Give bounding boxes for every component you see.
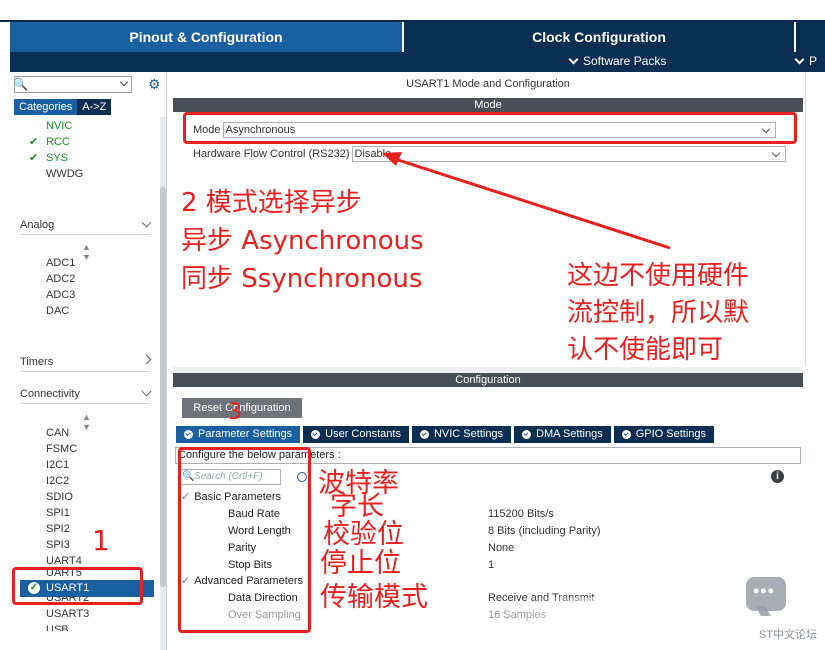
chevron-right-icon bbox=[141, 354, 152, 365]
sort-icon[interactable]: ▲ ▼ bbox=[82, 412, 91, 432]
tab-user-constants[interactable]: User Constants bbox=[303, 426, 409, 443]
tab-nvic-settings[interactable]: NVIC Settings bbox=[411, 426, 512, 443]
annotation-mode-line1: 2 模式选择异步 bbox=[181, 188, 362, 218]
highlight-parameters bbox=[178, 447, 311, 633]
reset-configuration-button[interactable]: Reset Configuration bbox=[182, 398, 302, 418]
sidebar-item-i2c1[interactable]: I2C1 bbox=[46, 457, 82, 473]
chat-bubble-icon[interactable] bbox=[746, 577, 786, 611]
sidebar-item-fsmc[interactable]: FSMC bbox=[46, 441, 82, 457]
annotation-step-3: 3 bbox=[228, 400, 242, 425]
component-search-input[interactable]: 🔍 bbox=[13, 76, 132, 93]
annotation-mode-line3: 同步 Ssynchronous bbox=[181, 264, 423, 294]
check-icon: ✔ bbox=[29, 136, 39, 148]
watermark: ST中文论坛 bbox=[758, 629, 817, 641]
chevron-down-icon bbox=[771, 148, 780, 158]
stm32cubemx-window: Pinout & Configuration Clock Configurati… bbox=[0, 0, 825, 650]
sidebar-item-spi1[interactable]: SPI1 bbox=[46, 505, 82, 521]
sidebar-item-nvic[interactable]: NVIC bbox=[46, 118, 83, 134]
flow-control-label: Hardware Flow Control (RS232) bbox=[193, 148, 350, 160]
sidebar-item-wwdg[interactable]: WWDG bbox=[46, 166, 83, 182]
sidebar-item-sys[interactable]: ✔ SYS bbox=[29, 150, 83, 166]
tab-categories[interactable]: Categories bbox=[14, 99, 78, 115]
sidebar-item-can[interactable]: CAN bbox=[46, 425, 82, 441]
annotation-mode-line2: 异步 Asynchronous bbox=[181, 226, 424, 256]
pinout-menu-cut[interactable]: P bbox=[794, 54, 818, 68]
gear-icon[interactable]: ⚙ bbox=[148, 76, 161, 93]
check-circle-icon bbox=[621, 430, 631, 439]
check-circle-icon bbox=[184, 430, 193, 439]
analog-list: ADC1 ADC2 ADC3 DAC bbox=[46, 255, 75, 319]
chevron-down-icon bbox=[141, 217, 152, 228]
sidebar-item-adc1[interactable]: ADC1 bbox=[46, 255, 75, 271]
pinout-menu-label: P bbox=[809, 54, 818, 68]
chevron-down-icon[interactable] bbox=[119, 77, 129, 87]
sidebar-item-dac[interactable]: DAC bbox=[46, 303, 75, 319]
check-circle-icon bbox=[419, 430, 429, 439]
highlight-mode bbox=[183, 112, 797, 144]
tab-more[interactable] bbox=[794, 22, 825, 52]
sort-icon[interactable]: ▲ ▼ bbox=[82, 242, 91, 262]
value-baud-rate[interactable]: 115200 Bits/s bbox=[488, 506, 554, 522]
system-core-list: NVIC ✔ RCC ✔ SYS WWDG bbox=[29, 118, 83, 182]
section-timers-label: Timers bbox=[20, 356, 54, 368]
annotation-flow-line2: 流控制，所以默 bbox=[567, 298, 750, 328]
sidebar-item-sdio[interactable]: SDIO bbox=[46, 489, 82, 505]
blur-overlay bbox=[525, 597, 755, 623]
top-strip bbox=[0, 0, 825, 22]
component-sidebar: 🔍 ⚙ Categories A->Z NVIC ✔ RCC ✔ SYS WWDG … bbox=[10, 72, 167, 650]
software-packs-label: Software Packs bbox=[583, 54, 667, 68]
sidebar-scrollbar[interactable] bbox=[160, 117, 166, 650]
tab-clock-configuration[interactable]: Clock Configuration bbox=[402, 22, 794, 52]
sidebar-item-adc2[interactable]: ADC2 bbox=[46, 271, 75, 287]
sidebar-item-spi2[interactable]: SPI2 bbox=[46, 521, 82, 537]
annotation-step-1: 1 bbox=[92, 524, 110, 557]
software-packs-menu[interactable]: Software Packs bbox=[568, 54, 667, 68]
mode-scrollbar[interactable] bbox=[805, 72, 817, 367]
annotation-direction: 传输模式 bbox=[320, 582, 428, 613]
configuration-tabs: Parameter Settings User Constants NVIC S… bbox=[176, 426, 715, 443]
section-analog[interactable]: Analog bbox=[20, 215, 152, 235]
tab-dma-settings[interactable]: DMA Settings bbox=[514, 426, 611, 443]
search-icon: 🔍 bbox=[13, 77, 28, 91]
tab-pinout-configuration[interactable]: Pinout & Configuration bbox=[10, 22, 402, 52]
panel-title: USART1 Mode and Configuration bbox=[406, 78, 570, 90]
sidebar-item-i2c2[interactable]: I2C2 bbox=[46, 473, 82, 489]
tab-gpio-settings[interactable]: GPIO Settings bbox=[613, 426, 715, 443]
tab-a-z[interactable]: A->Z bbox=[77, 99, 112, 115]
info-icon[interactable]: i bbox=[771, 470, 784, 483]
sidebar-item-spi3[interactable]: SPI3 bbox=[46, 537, 82, 553]
section-connectivity-label: Connectivity bbox=[20, 388, 80, 400]
highlight-usart1 bbox=[12, 567, 143, 605]
section-timers[interactable]: Timers bbox=[20, 352, 152, 372]
check-circle-icon bbox=[522, 430, 532, 439]
sidebar-item-usb[interactable]: USB bbox=[46, 622, 89, 631]
sidebar-item-usart3[interactable]: USART3 bbox=[46, 606, 89, 622]
sidebar-item-adc3[interactable]: ADC3 bbox=[46, 287, 75, 303]
value-stop-bits[interactable]: 1 bbox=[488, 557, 494, 573]
sidebar-item-rcc[interactable]: ✔ RCC bbox=[29, 134, 83, 150]
chevron-down-icon bbox=[794, 54, 805, 64]
check-icon: ✔ bbox=[29, 152, 39, 164]
sidebar-tabs: Categories A->Z bbox=[14, 99, 112, 115]
chevron-down-icon bbox=[568, 54, 579, 64]
annotation-flow-line1: 这边不使用硬件 bbox=[567, 261, 750, 291]
section-analog-label: Analog bbox=[20, 219, 55, 231]
annotation-flow-line3: 认不使能即可 bbox=[567, 335, 724, 365]
software-packs-bar: Software Packs P bbox=[10, 52, 825, 72]
connectivity-list: CAN FSMC I2C1 I2C2 SDIO SPI1 SPI2 SPI3 U… bbox=[46, 425, 82, 579]
mode-header: Mode bbox=[173, 98, 803, 112]
chevron-down-icon bbox=[141, 386, 152, 397]
value-parity[interactable]: None bbox=[488, 540, 514, 556]
main-tabs: Pinout & Configuration Clock Configurati… bbox=[10, 22, 825, 52]
section-connectivity[interactable]: Connectivity bbox=[20, 384, 152, 404]
check-circle-icon bbox=[311, 430, 321, 439]
scrollbar-thumb[interactable] bbox=[160, 187, 166, 587]
tab-parameter-settings[interactable]: Parameter Settings bbox=[176, 426, 301, 443]
value-word-length[interactable]: 8 Bits (including Parity) bbox=[488, 523, 601, 539]
configuration-header: Configuration bbox=[173, 373, 803, 387]
